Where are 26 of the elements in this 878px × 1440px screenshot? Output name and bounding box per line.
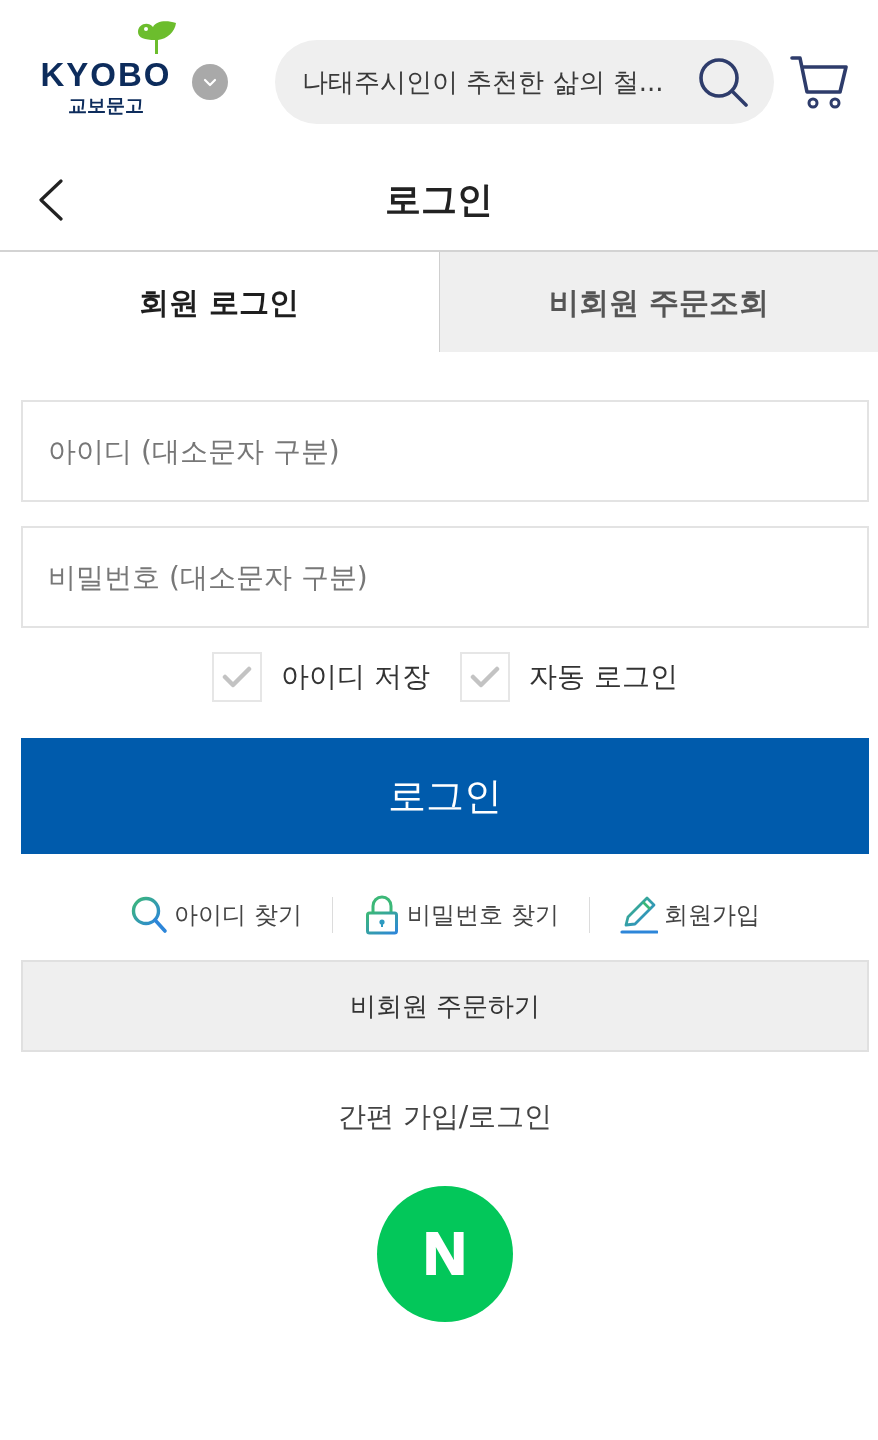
password-field[interactable]: 비밀번호 (대소문자 구분) [21,526,869,628]
pencil-icon [619,895,658,935]
search-field[interactable]: 나태주시인이 추천한 삶의 철... [275,40,774,124]
login-button[interactable]: 로그인 [21,738,869,854]
sprout-logo-icon [136,20,178,56]
checkmark-icon [222,666,253,688]
checkbox-label[interactable]: 아이디 저장 [281,656,430,698]
checkbox[interactable] [460,652,510,702]
padlock-icon [363,895,401,935]
checkmark-icon [470,666,500,688]
search-icon[interactable] [698,57,748,107]
tab[interactable]: 비회원 주문조회 [438,252,878,352]
help-link[interactable]: 아이디 찾기 [130,895,302,935]
logo-wordmark[interactable]: KYOBO [40,58,172,91]
help-link[interactable]: 비밀번호 찾기 [363,895,559,935]
page-title: 로그인 [385,178,493,222]
help-link[interactable]: 회원가입 [619,895,760,935]
guest-order-button[interactable]: 비회원 주문하기 [21,960,869,1052]
search-icon [130,895,169,935]
back-icon[interactable] [38,179,64,221]
social-login-title: 간편 가입/로그인 [337,1099,553,1135]
checkbox-label[interactable]: 자동 로그인 [529,656,678,698]
logo-subtitle[interactable]: 교보문고 [68,96,144,115]
checkbox[interactable] [212,652,263,702]
id-field[interactable]: 아이디 (대소문자 구분) [21,400,869,502]
cart-icon[interactable] [790,55,848,109]
